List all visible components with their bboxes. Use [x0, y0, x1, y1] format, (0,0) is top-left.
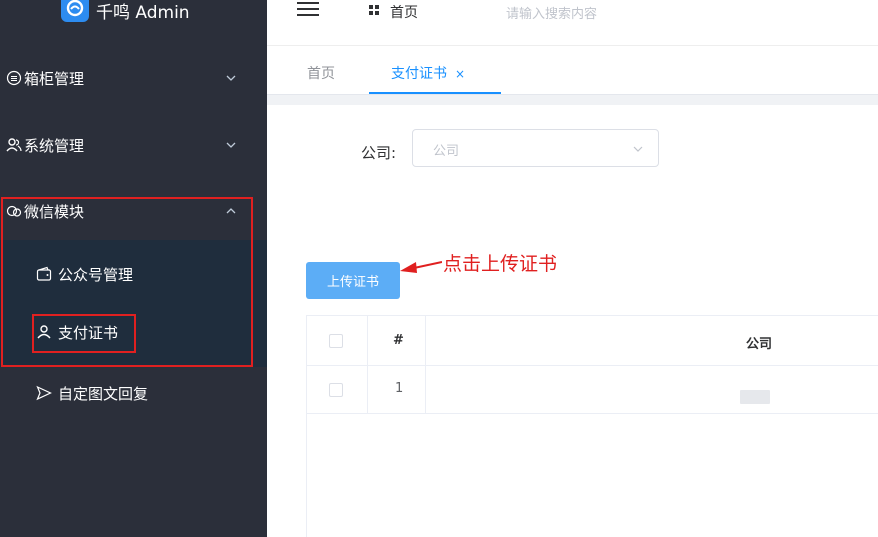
- dashboard-icon: [369, 5, 379, 15]
- wechat-icon: [6, 203, 22, 219]
- company-select-placeholder: 公司: [433, 144, 460, 159]
- tabs-bar: 首页 支付证书 ×: [267, 47, 878, 95]
- sidebar-item-label: 支付证书: [58, 323, 119, 342]
- row-index: 1: [395, 381, 404, 396]
- sidebar-item-label: 公众号管理: [58, 265, 134, 284]
- send-icon: [36, 385, 52, 401]
- users-icon: [6, 137, 22, 153]
- table-row[interactable]: 1: [307, 366, 878, 414]
- sidebar-item-wechat[interactable]: 微信模块: [0, 178, 267, 244]
- column-divider: [425, 316, 426, 414]
- select-all-checkbox[interactable]: [329, 334, 343, 348]
- sidebar-item-label: 箱柜管理: [24, 69, 85, 88]
- sidebar-item-official-account[interactable]: 公众号管理: [0, 245, 267, 303]
- sidebar-item-cabinet[interactable]: 箱柜管理: [0, 45, 267, 111]
- annotation-arrow-icon: [400, 261, 442, 273]
- sidebar-item-payment-certificate[interactable]: 支付证书: [0, 303, 267, 361]
- column-header-company: 公司: [746, 337, 773, 352]
- top-bar: 首页 请输入搜索内容: [267, 0, 878, 46]
- chevron-up-icon: [226, 208, 236, 214]
- sidebar-item-label: 自定图文回复: [58, 384, 149, 403]
- logo-icon: [61, 0, 89, 22]
- sidebar-item-label: 微信模块: [24, 202, 85, 221]
- chevron-down-icon: [226, 75, 236, 81]
- sidebar-item-label: 系统管理: [24, 136, 85, 155]
- sidebar-item-auto-reply[interactable]: 自定图文回复: [0, 364, 267, 422]
- close-icon[interactable]: ×: [455, 67, 465, 81]
- redacted-company-value: [740, 390, 770, 404]
- app-title: 千鸣 Admin: [96, 3, 190, 23]
- certificate-table: # 公司 1: [306, 315, 878, 537]
- column-header-index: #: [393, 333, 404, 348]
- hamburger-icon[interactable]: [297, 2, 319, 16]
- company-select[interactable]: 公司: [412, 129, 659, 167]
- tab-home[interactable]: 首页: [307, 63, 335, 83]
- content-divider: [267, 95, 878, 105]
- breadcrumb[interactable]: 首页: [390, 2, 418, 22]
- chevron-down-icon: [633, 146, 643, 152]
- sidebar: 千鸣 Admin 箱柜管理 系统管理 微信模块 公众号管理 支付证书 自定图文回…: [0, 0, 267, 537]
- cabinet-icon: [6, 70, 22, 86]
- search-input[interactable]: 请输入搜索内容: [506, 3, 597, 22]
- tab-label: 支付证书: [391, 66, 447, 82]
- annotation-text: 点击上传证书: [443, 253, 558, 275]
- upload-certificate-button[interactable]: 上传证书: [306, 262, 400, 299]
- tab-payment-certificate[interactable]: 支付证书 ×: [391, 63, 465, 83]
- logo[interactable]: 千鸣 Admin: [0, 0, 267, 28]
- table-header: # 公司: [307, 316, 878, 366]
- tab-active-indicator: [369, 92, 501, 94]
- sidebar-item-system[interactable]: 系统管理: [0, 112, 267, 178]
- wallet-icon: [36, 266, 52, 281]
- row-checkbox[interactable]: [329, 383, 343, 397]
- user-icon: [37, 325, 51, 339]
- chevron-down-icon: [226, 142, 236, 148]
- company-label: 公司:: [361, 144, 397, 162]
- column-divider: [367, 316, 368, 414]
